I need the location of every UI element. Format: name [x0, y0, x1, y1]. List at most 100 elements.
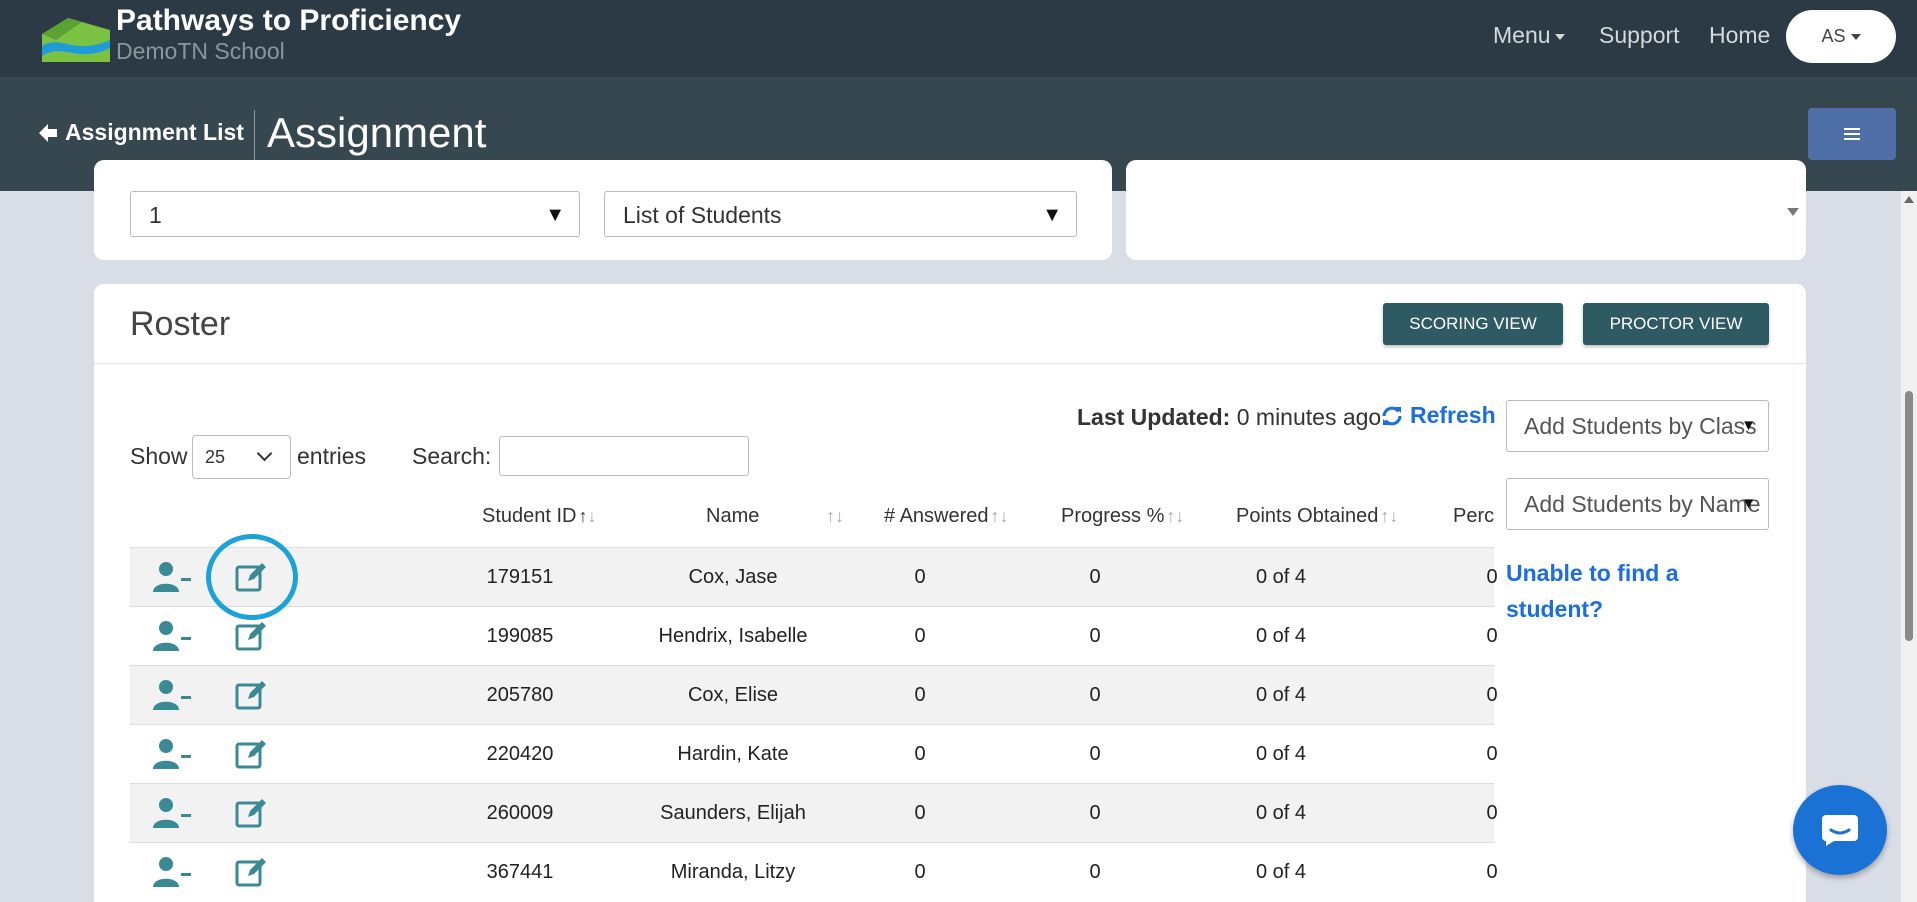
- last-updated: Last Updated: 0 minutes ago: [1077, 404, 1381, 431]
- caret-down-icon: [1554, 33, 1565, 40]
- nav-home-link[interactable]: Home: [1709, 22, 1770, 49]
- scrollbar-thumb[interactable]: [1905, 391, 1913, 641]
- column-header-label: Progress %: [1061, 505, 1165, 527]
- sort-icon: ↑↓: [578, 506, 597, 526]
- chevron-down-icon: [256, 445, 273, 462]
- table-row: 260009 Saunders, Elijah 0 0 0 of 4 0: [130, 783, 1498, 842]
- remove-student-icon[interactable]: [152, 796, 192, 830]
- column-header-label: Points Obtained: [1236, 505, 1379, 527]
- sort-icon: ↑↓: [990, 506, 1009, 526]
- percent-cell: 0: [1486, 743, 1498, 765]
- page-scrollbar[interactable]: [1901, 191, 1917, 902]
- remove-student-icon[interactable]: [152, 560, 192, 594]
- app-logo-icon[interactable]: [42, 12, 110, 62]
- entries-per-page-select[interactable]: 25: [192, 435, 291, 479]
- refresh-icon: [1382, 406, 1402, 425]
- answered-cell: 0: [914, 802, 926, 824]
- scoring-view-button[interactable]: SCORING VIEW: [1383, 303, 1563, 345]
- column-header-progress[interactable]: Progress % ↑↓: [1061, 505, 1184, 528]
- dropdown-arrow-icon: ▼: [1741, 417, 1756, 434]
- scroll-up-arrow-icon[interactable]: [1904, 196, 1914, 203]
- table-row: 205780 Cox, Elise 0 0 0 of 4 0: [130, 665, 1498, 724]
- edit-icon[interactable]: [234, 737, 268, 771]
- column-header-name[interactable]: Name: [706, 505, 759, 528]
- first-filter-value: 1: [149, 202, 162, 228]
- remove-student-icon[interactable]: [152, 678, 192, 712]
- proctor-view-button[interactable]: PROCTOR VIEW: [1583, 303, 1769, 345]
- edit-icon[interactable]: [234, 855, 268, 889]
- chat-button[interactable]: [1793, 785, 1887, 875]
- column-header-label: Student ID: [482, 505, 577, 527]
- answered-cell: 0: [914, 743, 926, 765]
- top-navbar: Pathways to Proficiency DemoTN School Me…: [0, 0, 1917, 77]
- school-name: DemoTN School: [116, 38, 285, 64]
- column-header-answered[interactable]: # Answered ↑↓: [884, 505, 1009, 528]
- add-students-by-class-select[interactable]: Add Students by Class ▼: [1506, 400, 1769, 452]
- answered-cell: 0: [914, 625, 926, 647]
- progress-cell: 0: [1089, 861, 1101, 883]
- sort-icon: ↑↓: [1166, 506, 1185, 526]
- student-list-value: List of Students: [623, 202, 782, 228]
- edit-icon[interactable]: [234, 560, 268, 594]
- points-cell: 0 of 4: [1255, 743, 1307, 765]
- student-id-cell: 260009: [486, 802, 554, 824]
- refresh-link[interactable]: Refresh: [1380, 402, 1496, 429]
- expand-arrow-icon[interactable]: [1787, 208, 1799, 216]
- dropdown-arrow-icon: ▼: [1042, 204, 1062, 226]
- table-row: 367441 Miranda, Litzy 0 0 0 of 4 0: [130, 842, 1498, 901]
- sort-icon: ↑↓: [1380, 506, 1399, 526]
- student-id-cell: 199085: [486, 625, 554, 647]
- remove-student-icon[interactable]: [152, 855, 192, 889]
- unable-to-find-student-link[interactable]: Unable to find a student?: [1506, 555, 1746, 627]
- progress-cell: 0: [1089, 743, 1101, 765]
- answered-cell: 0: [914, 861, 926, 883]
- student-list-select[interactable]: List of Students ▼: [604, 191, 1077, 237]
- nav-support-link[interactable]: Support: [1599, 22, 1680, 49]
- student-name-cell: Saunders, Elijah: [660, 802, 806, 824]
- assignment-info-card: [1126, 160, 1806, 260]
- nav-menu-dropdown[interactable]: Menu: [1493, 22, 1565, 49]
- last-updated-value: 0 minutes ago: [1236, 404, 1382, 430]
- table-row: 179151 Cox, Jase 0 0 0 of 4 0: [130, 547, 1498, 606]
- roster-title: Roster: [130, 305, 231, 343]
- student-id-cell: 220420: [486, 743, 554, 765]
- hamburger-menu-button[interactable]: [1808, 108, 1896, 160]
- edit-icon[interactable]: [234, 796, 268, 830]
- remove-student-icon[interactable]: [152, 737, 192, 771]
- table-row: 220420 Hardin, Kate 0 0 0 of 4 0: [130, 724, 1498, 783]
- name-sort-icon[interactable]: ↑↓: [824, 505, 844, 528]
- answered-cell: 0: [914, 566, 926, 588]
- search-input[interactable]: [499, 436, 749, 476]
- user-menu-button[interactable]: AS: [1786, 10, 1896, 63]
- progress-cell: 0: [1089, 566, 1101, 588]
- column-header-label: # Answered: [884, 505, 989, 527]
- edit-icon[interactable]: [234, 678, 268, 712]
- percent-cell: 0: [1486, 684, 1498, 706]
- back-to-assignment-list-link[interactable]: Assignment List: [37, 119, 244, 146]
- percent-cell: 0: [1486, 861, 1498, 883]
- last-updated-label: Last Updated:: [1077, 404, 1231, 430]
- hamburger-icon: [1844, 133, 1860, 135]
- student-name-cell: Hendrix, Isabelle: [658, 625, 808, 647]
- column-header-student-id[interactable]: Student ID ↑↓: [482, 505, 597, 528]
- add-by-class-placeholder: Add Students by Class: [1524, 413, 1757, 439]
- column-header-percent[interactable]: Perc: [1453, 505, 1494, 528]
- add-students-by-name-select[interactable]: Add Students by Name ▼: [1506, 478, 1769, 530]
- first-filter-select[interactable]: 1 ▼: [130, 191, 580, 237]
- header-divider: [254, 110, 255, 160]
- student-name-cell: Cox, Elise: [687, 684, 779, 706]
- edit-icon[interactable]: [234, 619, 268, 653]
- roster-divider: [94, 363, 1806, 364]
- search-label: Search:: [412, 443, 492, 469]
- percent-cell: 0: [1486, 566, 1498, 588]
- page-title: Assignment: [267, 109, 487, 156]
- entries-label: entries: [297, 443, 367, 469]
- progress-cell: 0: [1089, 802, 1101, 824]
- chat-icon: [1822, 815, 1858, 846]
- remove-student-icon[interactable]: [152, 619, 192, 653]
- entries-value: 25: [205, 447, 226, 467]
- user-initials: AS: [1821, 26, 1846, 46]
- refresh-label: Refresh: [1410, 402, 1496, 428]
- column-header-points[interactable]: Points Obtained ↑↓: [1236, 505, 1398, 528]
- points-cell: 0 of 4: [1255, 684, 1307, 706]
